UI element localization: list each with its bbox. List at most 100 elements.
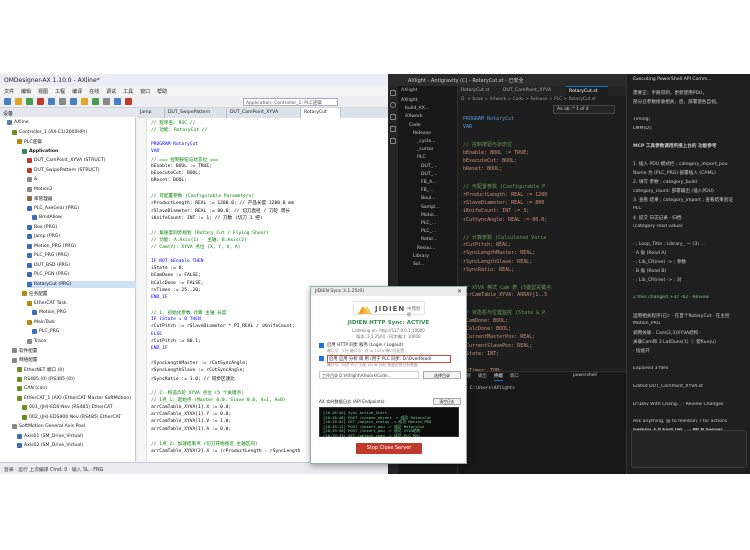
tree-item[interactable]: Application: [22, 148, 136, 155]
editor-tab[interactable]: RotaryCut: [301, 108, 341, 118]
tree-item[interactable]: DUT_CamPoint_XYVA (STRUCT): [27, 157, 136, 164]
tree-item[interactable]: EtherNET 端口 (0): [17, 366, 136, 373]
editor-tab[interactable]: DUT_CamPoint_XYVA: [227, 108, 301, 118]
editor-tab[interactable]: DUT_SwipePattern: [165, 108, 227, 118]
tree-item[interactable]: BmdAllow: [32, 214, 136, 221]
tree-item[interactable]: Motion_PRG (PRG): [27, 243, 136, 250]
tree-item[interactable]: Motion2: [27, 186, 136, 193]
vsc-code[interactable]: PROGRAM RotaryCut VAR // 控制按钮与状态位 bEnable…: [458, 104, 626, 371]
tree-item[interactable]: 库管理器: [27, 195, 136, 202]
toolbar-button[interactable]: [125, 98, 132, 105]
explorer-item[interactable]: Release: [413, 131, 431, 138]
tree-item[interactable]: 任务配置: [22, 290, 136, 297]
find-widget[interactable]: Aa ab .* 1 of 4: [553, 105, 615, 114]
explorer-item[interactable]: FB_A...: [421, 180, 437, 187]
menu-item[interactable]: 帮助: [157, 89, 167, 95]
explorer-item[interactable]: Boul...: [421, 196, 436, 203]
application-combo[interactable]: Application: Controller_1: PLC逻辑: [243, 98, 338, 106]
explorer-item[interactable]: Motio...: [421, 213, 438, 220]
breadcrumb[interactable]: D: > book > AXwork > Code > Release > PL…: [458, 96, 626, 104]
explorer-item[interactable]: PLC_...: [421, 229, 436, 236]
tree-item[interactable]: Controller_1 (AX-C1(2000HP)): [12, 129, 136, 136]
tree-item[interactable]: &: [27, 176, 136, 183]
explorer-item[interactable]: DUT_...: [421, 164, 437, 171]
terminal-tab[interactable]: 终端: [494, 373, 503, 381]
explorer-item[interactable]: PLC: [417, 155, 426, 162]
tree-item[interactable]: DUT_BSD (PRG): [27, 262, 136, 269]
menu-item[interactable]: 工具: [123, 89, 133, 95]
explorer-item[interactable]: Resou...: [417, 246, 435, 253]
vsc-tab[interactable]: DUT_CamPoint_XYVA: [500, 86, 566, 96]
tree-item[interactable]: PLC_PGN (PRG): [27, 271, 136, 278]
explorer-item[interactable]: Rotar...: [421, 237, 437, 244]
tree-item[interactable]: 002_(JH)-EDS900 Nev (RS485) EtherCAT: [22, 414, 136, 421]
tree-item[interactable]: PLC_PRG (PRG): [27, 252, 136, 259]
explorer-item[interactable]: AXlight: [401, 98, 417, 105]
tree-item[interactable]: MainTask: [27, 319, 136, 326]
tree-item[interactable]: PLC_AxeGear (PRG): [27, 205, 136, 212]
toolbar-button[interactable]: [81, 98, 88, 105]
tree-item[interactable]: RotaryCut (PRG): [27, 280, 136, 288]
toolbar-button[interactable]: [103, 98, 110, 105]
explorer-item[interactable]: _cycle...: [417, 139, 436, 146]
run-debug-icon[interactable]: [390, 126, 396, 132]
terminal-tab[interactable]: 端口: [510, 373, 519, 381]
tree-item[interactable]: Trace: [27, 338, 136, 345]
menu-item[interactable]: 编译: [72, 89, 82, 95]
tree-item[interactable]: SoftMotion General Axis Pool: [12, 423, 136, 430]
tree-item[interactable]: Axis02 (SM_Drive_Virtual): [17, 442, 136, 449]
explorer-item[interactable]: DUT_...: [421, 172, 437, 179]
tree-item[interactable]: 001_(JH)-EDS-Nev (RS485) EtherCAT: [22, 404, 136, 411]
analysis-checkbox[interactable]: [319, 356, 324, 361]
editor-tab[interactable]: Jamp: [137, 108, 165, 118]
menu-item[interactable]: 调试: [106, 89, 116, 95]
menu-item[interactable]: 在线: [89, 89, 99, 95]
vsc-tab[interactable]: RotaryCut.st: [566, 86, 608, 96]
explorer-icon[interactable]: [390, 90, 396, 96]
tree-item[interactable]: EtherCAT_1 (AX) (EtherCAT Master SoftMot…: [17, 395, 136, 402]
explorer-item[interactable]: AXwork: [405, 114, 422, 121]
explorer-item[interactable]: _cursor: [417, 147, 434, 154]
explorer-item[interactable]: Sol...: [413, 262, 424, 269]
tree-item[interactable]: Axis01 (SM_Drive_Virtual): [17, 433, 136, 440]
terminal-prompt[interactable]: PS C:\Users\AXlight>: [462, 386, 515, 394]
toolbar-button[interactable]: [70, 98, 77, 105]
http-sync-checkbox[interactable]: [319, 343, 324, 348]
terminal-shell-label[interactable]: powershell: [573, 373, 597, 381]
menu-item[interactable]: 窗口: [140, 89, 150, 95]
menu-item[interactable]: 编辑: [21, 89, 31, 95]
toolbar-button[interactable]: [59, 98, 66, 105]
toolbar-button[interactable]: [26, 98, 33, 105]
explorer-item[interactable]: Sampl...: [421, 205, 440, 212]
work-dir-field[interactable]: 工作目录 D:\AXlight\AXwork\Code...: [319, 371, 419, 379]
explorer-item[interactable]: build_AX...: [405, 106, 429, 113]
toolbar-button[interactable]: [92, 98, 99, 105]
tree-item[interactable]: AXline: [7, 119, 136, 126]
tree-item[interactable]: 网络配置: [12, 357, 136, 364]
explorer-item[interactable]: PLC_...: [421, 221, 436, 228]
toolbar-button[interactable]: [4, 98, 11, 105]
search-icon[interactable]: [390, 102, 396, 108]
toolbar-button[interactable]: [48, 98, 55, 105]
tree-item[interactable]: PLC逻辑: [17, 138, 136, 145]
tree-item[interactable]: RS485 (0) (RS485 (0)): [17, 376, 136, 383]
menu-item[interactable]: 文件: [4, 89, 14, 95]
toolbar-button[interactable]: [15, 98, 22, 105]
toolbar-button[interactable]: [37, 98, 44, 105]
explorer-item[interactable]: FB_...: [421, 188, 433, 195]
tree-item[interactable]: Motion_PRG: [32, 309, 136, 316]
menu-item[interactable]: 工程: [55, 89, 65, 95]
agent-chat-input[interactable]: [631, 430, 747, 468]
tree-item[interactable]: CAN (can): [17, 385, 136, 392]
stop-server-button[interactable]: Stop Close Server: [356, 443, 422, 454]
tree-item[interactable]: DUT_SwipePattern (STRUCT): [27, 167, 136, 174]
source-control-icon[interactable]: [390, 114, 396, 120]
terminal-tab[interactable]: 输出: [478, 373, 487, 381]
toolbar-button[interactable]: [114, 98, 121, 105]
tree-item[interactable]: 软件配置: [12, 347, 136, 354]
close-icon[interactable]: ✕: [457, 288, 462, 295]
choose-dir-button[interactable]: 选择目录: [423, 371, 461, 379]
explorer-item[interactable]: Library: [413, 254, 429, 261]
tree-item[interactable]: Box (PRG): [27, 224, 136, 231]
clear-log-button[interactable]: 清空日志: [433, 398, 461, 405]
